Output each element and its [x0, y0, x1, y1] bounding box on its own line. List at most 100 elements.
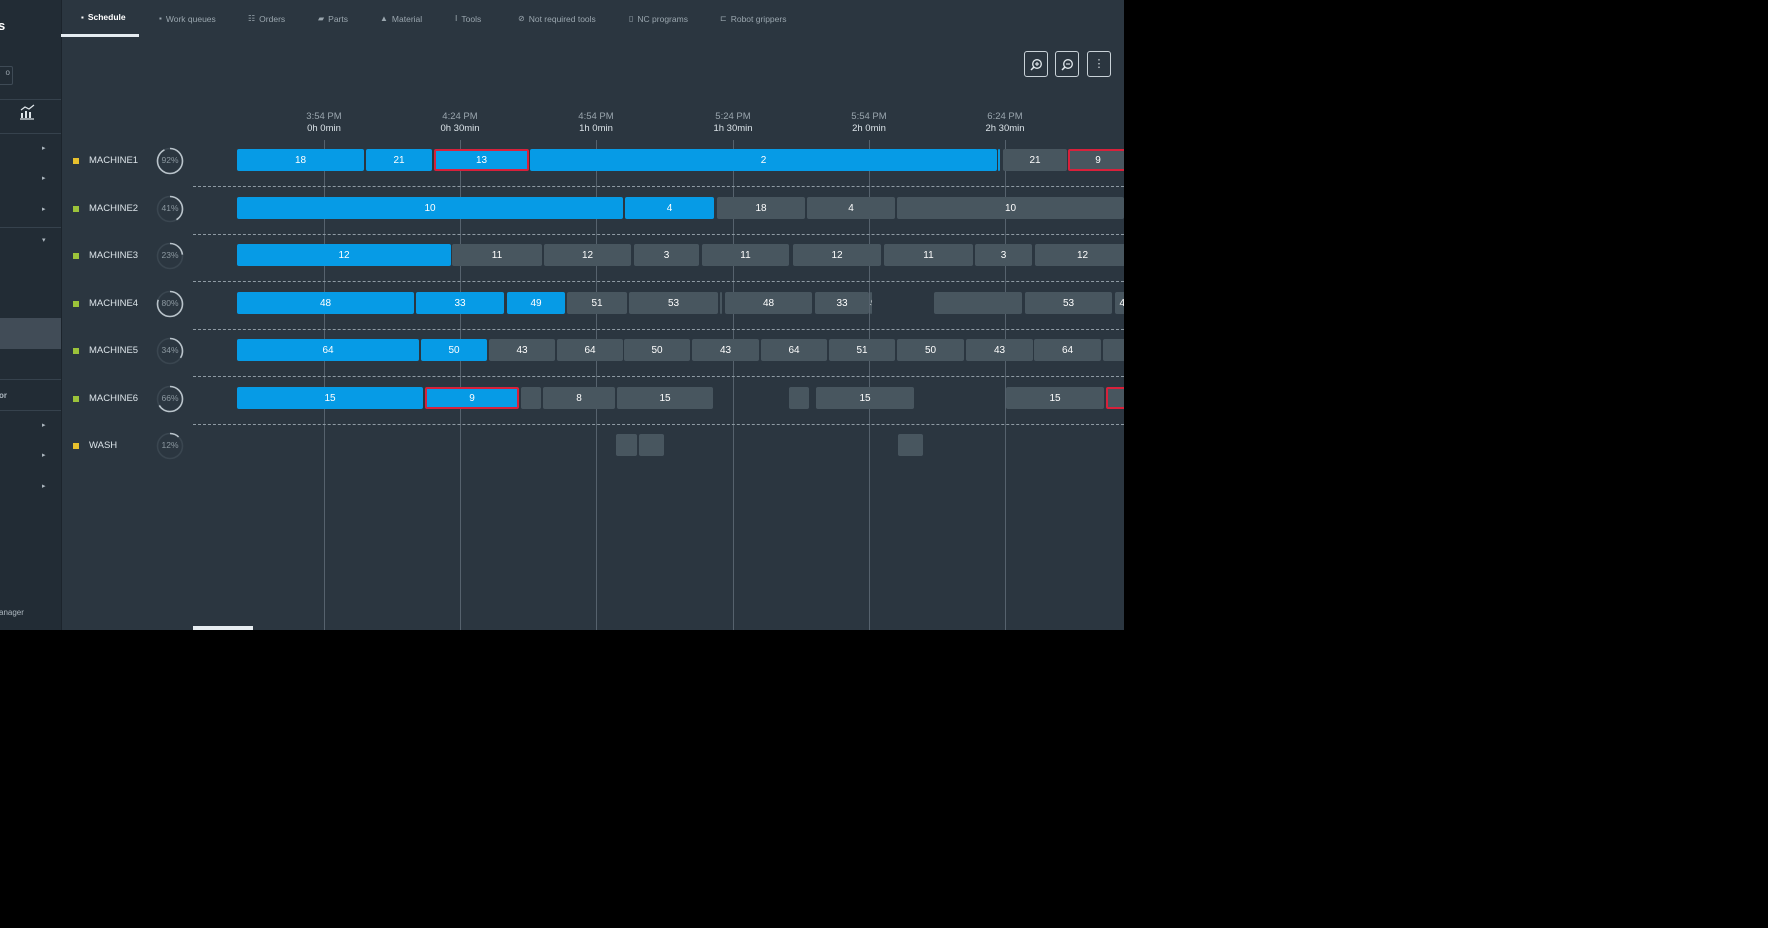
job-bar[interactable]: 11: [884, 244, 973, 266]
job-bar[interactable]: 48: [725, 292, 812, 314]
zoom-in-button[interactable]: [1024, 51, 1048, 77]
job-bar[interactable]: 9: [1068, 149, 1124, 171]
job-bar[interactable]: 48: [237, 292, 414, 314]
tab-tools[interactable]: ⵏ Tools: [455, 0, 481, 37]
expand-arrow-icon[interactable]: ▸: [42, 174, 46, 182]
tab-work-queues[interactable]: ▪ Work queues: [159, 0, 216, 37]
machine-status-marker: [73, 443, 79, 449]
job-bar[interactable]: 13: [434, 149, 529, 171]
job-bar[interactable]: 12: [544, 244, 631, 266]
job-bar[interactable]: 12: [237, 244, 451, 266]
machine-name[interactable]: MACHINE4: [89, 298, 138, 309]
job-bar[interactable]: 15: [237, 387, 423, 409]
parts-icon: ▰: [318, 14, 325, 23]
horizontal-scrollbar[interactable]: [193, 626, 253, 630]
machine-status-marker: [73, 253, 79, 259]
job-bar[interactable]: 21: [1003, 149, 1067, 171]
job-bar[interactable]: 43: [489, 339, 555, 361]
zoom-out-button[interactable]: [1055, 51, 1079, 77]
job-bar[interactable]: 43: [692, 339, 759, 361]
job-bar[interactable]: 18: [237, 149, 364, 171]
job-bar[interactable]: 11: [702, 244, 789, 266]
job-bar[interactable]: 48: [1115, 292, 1124, 314]
utilization-value: 12%: [161, 440, 179, 450]
tab-material[interactable]: ▲ Material: [380, 0, 422, 37]
collapse-arrow-icon[interactable]: ▾: [42, 236, 46, 244]
timeline-tick: 6:24 PM 2h 30min: [970, 111, 1040, 135]
job-bar[interactable]: 4: [807, 197, 895, 219]
job-bar[interactable]: 51: [567, 292, 627, 314]
expand-arrow-icon[interactable]: ▸: [42, 205, 46, 213]
job-bar[interactable]: 64: [761, 339, 827, 361]
job-bar[interactable]: 51: [829, 339, 895, 361]
machine-name[interactable]: MACHINE2: [89, 203, 138, 214]
job-bar[interactable]: [1103, 339, 1124, 361]
job-bar[interactable]: 50: [624, 339, 690, 361]
job-bar[interactable]: 18: [717, 197, 805, 219]
sidebar-item-active[interactable]: [0, 318, 61, 349]
job-bar[interactable]: 10: [897, 197, 1124, 219]
tab-schedule[interactable]: ▪ Schedule: [61, 0, 139, 37]
job-bar[interactable]: 11: [452, 244, 542, 266]
job-bar[interactable]: [789, 387, 809, 409]
job-bar[interactable]: [1106, 387, 1124, 409]
expand-arrow-icon[interactable]: ▸: [42, 144, 46, 152]
tab-nc-programs[interactable]: ▯ NC programs: [629, 0, 688, 37]
job-bar[interactable]: 43: [966, 339, 1033, 361]
nc-programs-icon: ▯: [629, 14, 634, 23]
job-bar[interactable]: 15: [816, 387, 914, 409]
job-bar[interactable]: 8: [543, 387, 615, 409]
sidebar-divider: [0, 227, 61, 228]
job-bar[interactable]: 64: [557, 339, 623, 361]
tab-parts[interactable]: ▰ Parts: [318, 0, 348, 37]
chart-icon[interactable]: [19, 104, 35, 120]
job-bar[interactable]: 33: [815, 292, 869, 314]
job-bar[interactable]: 64: [1034, 339, 1101, 361]
job-bar[interactable]: 21: [366, 149, 432, 171]
tab-orders[interactable]: ☷ Orders: [248, 0, 285, 37]
job-bar[interactable]: 2: [530, 149, 997, 171]
job-bar[interactable]: 9: [425, 387, 519, 409]
machine-name[interactable]: MACHINE6: [89, 393, 138, 404]
job-bar[interactable]: 64: [237, 339, 419, 361]
tab-not-required-tools[interactable]: ⊘ Not required tools: [518, 0, 596, 37]
job-bar[interactable]: [898, 434, 923, 456]
app-window: s o ▸ ▸ ▸ ▾ or ▸ ▸ ▸ anager ▪ Schedule ▪: [0, 0, 1124, 630]
more-menu-button[interactable]: ⋮: [1087, 51, 1111, 77]
row-separator: [193, 376, 1124, 377]
sidebar-search-input[interactable]: o: [0, 66, 13, 85]
job-bar[interactable]: 50: [421, 339, 487, 361]
sidebar-divider: [0, 133, 61, 134]
job-bar[interactable]: [720, 292, 722, 314]
job-bar[interactable]: 12: [1035, 244, 1124, 266]
sidebar-item-label[interactable]: or: [0, 391, 7, 400]
expand-arrow-icon[interactable]: ▸: [42, 421, 46, 429]
job-bar[interactable]: 10: [237, 197, 623, 219]
job-bar[interactable]: 53: [1025, 292, 1112, 314]
tick-elapsed: 0h 30min: [440, 123, 480, 134]
machine-name[interactable]: MACHINE3: [89, 250, 138, 261]
job-bar[interactable]: 15: [1006, 387, 1104, 409]
job-bar[interactable]: 12: [793, 244, 881, 266]
machine-name[interactable]: WASH: [89, 440, 117, 451]
utilization-value: 92%: [161, 155, 179, 165]
job-bar[interactable]: [934, 292, 1022, 314]
job-bar[interactable]: 33: [416, 292, 504, 314]
job-bar[interactable]: 4: [625, 197, 714, 219]
machine-name[interactable]: MACHINE1: [89, 155, 138, 166]
job-bar[interactable]: 3: [634, 244, 699, 266]
job-bar[interactable]: 49: [870, 292, 872, 314]
job-bar[interactable]: [998, 149, 1000, 171]
job-bar[interactable]: 15: [617, 387, 713, 409]
job-bar[interactable]: 49: [507, 292, 565, 314]
job-bar[interactable]: 53: [629, 292, 718, 314]
machine-name[interactable]: MACHINE5: [89, 345, 138, 356]
expand-arrow-icon[interactable]: ▸: [42, 482, 46, 490]
job-bar[interactable]: 3: [975, 244, 1032, 266]
job-bar[interactable]: [639, 434, 664, 456]
job-bar[interactable]: [521, 387, 541, 409]
tab-robot-grippers[interactable]: ⊏ Robot grippers: [720, 0, 786, 37]
job-bar[interactable]: [616, 434, 637, 456]
expand-arrow-icon[interactable]: ▸: [42, 451, 46, 459]
job-bar[interactable]: 50: [897, 339, 964, 361]
